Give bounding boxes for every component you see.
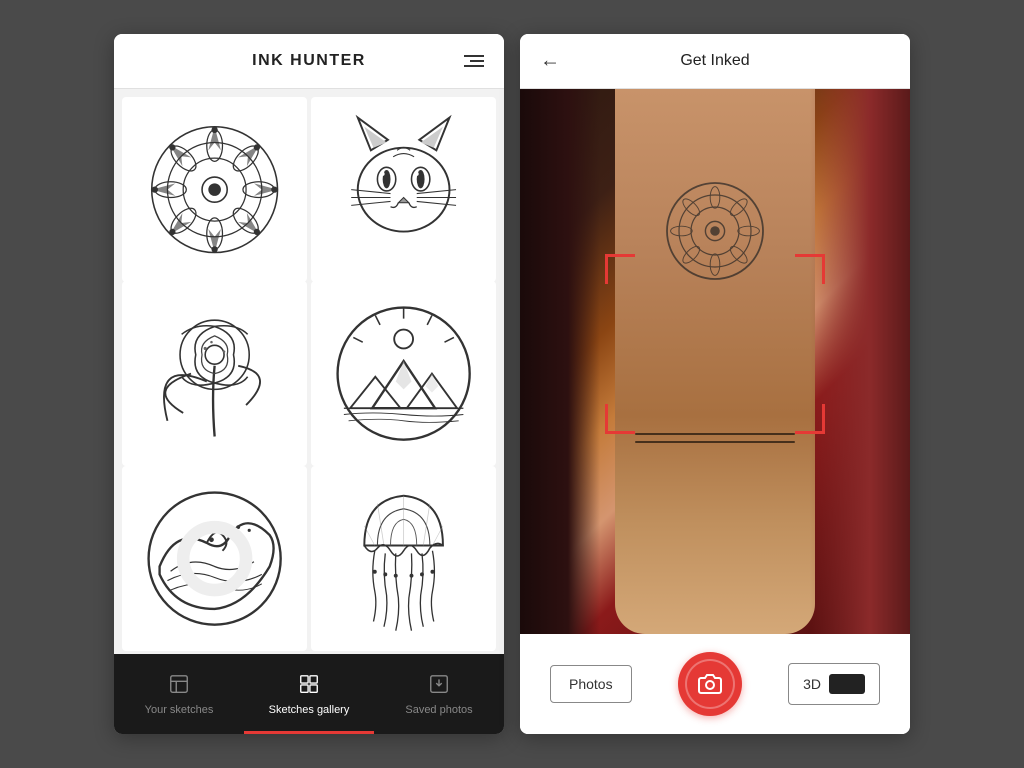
corner-br bbox=[795, 404, 825, 434]
back-button[interactable]: ← bbox=[540, 50, 560, 73]
camera-view bbox=[520, 89, 910, 634]
camera-icon bbox=[698, 672, 722, 696]
nav-tab-sketches-gallery[interactable]: Sketches gallery bbox=[244, 654, 374, 734]
nav-tab-sketches-gallery-label: Sketches gallery bbox=[269, 704, 350, 716]
sketch-wave[interactable] bbox=[122, 466, 307, 651]
bg-dark-right bbox=[810, 89, 910, 634]
bg-dark-left bbox=[520, 89, 600, 634]
right-header-title: Get Inked bbox=[680, 52, 749, 70]
sketches-grid bbox=[114, 89, 504, 654]
sketch-flower[interactable] bbox=[122, 281, 307, 466]
sketches-gallery-icon bbox=[298, 673, 320, 699]
sketch-cat[interactable] bbox=[311, 97, 496, 282]
your-sketches-icon bbox=[168, 673, 190, 699]
sketch-jellyfish[interactable] bbox=[311, 466, 496, 651]
left-screen: INK HUNTER bbox=[114, 34, 504, 734]
corner-tl bbox=[605, 254, 635, 284]
camera-controls: Photos 3D bbox=[520, 634, 910, 734]
nav-tab-saved-photos-label: Saved photos bbox=[405, 704, 472, 716]
app-title: INK HUNTER bbox=[252, 52, 366, 70]
corner-bl bbox=[605, 404, 635, 434]
arm-lines bbox=[615, 433, 815, 443]
screens-wrapper: INK HUNTER bbox=[114, 34, 910, 734]
bottom-nav: Your sketches Sketches gallery bbox=[114, 654, 504, 734]
right-screen: ← Get Inked bbox=[520, 34, 910, 734]
nav-tab-your-sketches-label: Your sketches bbox=[145, 704, 214, 716]
nav-tab-saved-photos[interactable]: Saved photos bbox=[374, 654, 504, 734]
shutter-inner bbox=[685, 659, 735, 709]
mode-label: 3D bbox=[803, 676, 821, 692]
mode-button[interactable]: 3D bbox=[788, 663, 880, 705]
photos-button[interactable]: Photos bbox=[550, 665, 632, 703]
left-header: INK HUNTER bbox=[114, 34, 504, 89]
sketch-mountain[interactable] bbox=[311, 281, 496, 466]
scanner-box bbox=[605, 254, 825, 434]
saved-photos-icon bbox=[428, 673, 450, 699]
mode-toggle[interactable] bbox=[829, 674, 865, 694]
right-header: ← Get Inked bbox=[520, 34, 910, 89]
nav-tab-your-sketches[interactable]: Your sketches bbox=[114, 654, 244, 734]
shutter-button[interactable] bbox=[678, 652, 742, 716]
sketch-mandala[interactable] bbox=[122, 97, 307, 282]
menu-icon[interactable] bbox=[464, 55, 484, 67]
corner-tr bbox=[795, 254, 825, 284]
